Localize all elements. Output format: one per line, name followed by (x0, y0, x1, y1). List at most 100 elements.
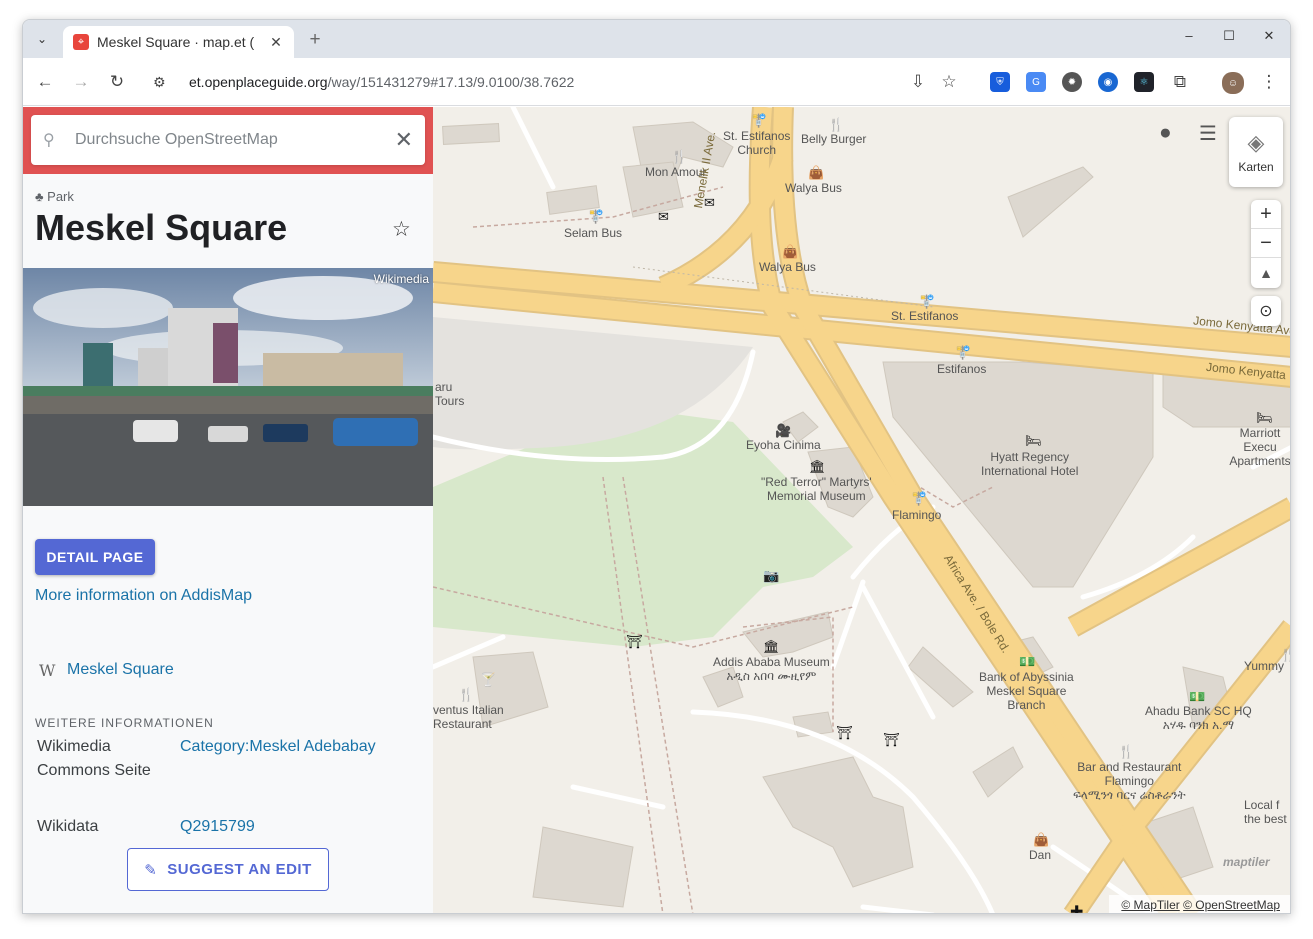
hotel-icon[interactable]: 🛏 (1256, 410, 1273, 426)
bank-icon[interactable]: 💵 (1189, 689, 1205, 705)
mail-icon[interactable]: ✉ (658, 209, 669, 225)
bus-stop-icon[interactable]: 🚏 (911, 491, 927, 507)
maptiler-attribution-link[interactable]: © MapTiler (1121, 898, 1179, 912)
minimize-button[interactable]: – (1176, 28, 1202, 43)
react-devtools-icon[interactable]: ⚛ (1134, 72, 1154, 92)
favicon-icon: ⌖ (73, 34, 89, 50)
url-text[interactable]: et.openplaceguide.org/way/151431279#17.1… (189, 74, 574, 90)
translate-extension-icon[interactable]: G (1026, 72, 1046, 92)
account-icon[interactable]: ● (1159, 121, 1172, 145)
restaurant-icon[interactable]: 🍴 (828, 117, 844, 133)
shop-bag-icon[interactable]: 👜 (808, 165, 824, 181)
suggest-edit-button[interactable]: ✎ SUGGEST AN EDIT (127, 848, 329, 891)
tab-active[interactable]: ⌖ Meskel Square · map.et ( ✕ (63, 26, 294, 58)
sidebar-panel: ⚲ Durchsuche OpenStreetMap ✕ ♣ Park Mesk… (23, 107, 433, 913)
browser-menu-icon[interactable]: ⋮ (1257, 71, 1281, 93)
tab-search-icon[interactable]: ⌄ (31, 28, 53, 50)
cinema-icon[interactable]: 🎥 (775, 423, 791, 439)
label-yummy[interactable]: Yummy (1244, 659, 1284, 673)
layers-switcher[interactable]: ◈ Karten (1229, 117, 1283, 187)
install-app-icon[interactable]: ⇩ (906, 71, 930, 93)
shop-bag-icon[interactable]: 👜 (782, 244, 798, 260)
gate-icon[interactable]: ⛩ (883, 732, 900, 748)
photo-credit[interactable]: Wikimedia (374, 272, 429, 286)
restaurant-icon[interactable]: 🍴 (671, 149, 687, 165)
reload-icon[interactable]: ↻ (105, 71, 129, 93)
restaurant-icon[interactable]: 🍴 (1118, 744, 1134, 760)
label-dan[interactable]: Dan (1029, 848, 1051, 862)
geolocate-icon[interactable]: ⊙ (1251, 296, 1281, 326)
bus-stop-icon[interactable]: 🚏 (588, 209, 604, 225)
profile-avatar[interactable]: ☺ (1222, 72, 1244, 94)
gate-icon[interactable]: ⛩ (836, 725, 853, 741)
wikipedia-link[interactable]: Meskel Square (67, 661, 174, 679)
restaurant-icon[interactable]: 🍴 (458, 687, 474, 703)
label-marriott[interactable]: Marriott Execu Apartments (1228, 426, 1290, 468)
address-bar[interactable]: ⚙ et.openplaceguide.org/way/151431279#17… (143, 65, 991, 99)
bus-stop-icon[interactable]: 🚏 (751, 113, 767, 129)
property-value-link[interactable]: Category:Meskel Adebabay (180, 735, 376, 759)
gate-icon[interactable]: ⛩ (626, 634, 643, 650)
osm-attribution-link[interactable]: © OpenStreetMap (1183, 898, 1280, 912)
label-red-terror-museum[interactable]: "Red Terror" Martyrs' Memorial Museum (761, 475, 872, 503)
zoom-in-button[interactable]: + (1251, 200, 1281, 229)
property-key: Wikimedia Commons Seite (37, 738, 151, 779)
tab-close-icon[interactable]: ✕ (268, 34, 284, 51)
label-st-estifanos-church[interactable]: St. Estifanos Church (723, 129, 790, 157)
settings-extension-icon[interactable]: ✹ (1062, 72, 1082, 92)
forward-icon[interactable]: → (69, 71, 93, 93)
bitwarden-extension-icon[interactable]: ⛨ (990, 72, 1010, 92)
maximize-button[interactable]: ☐ (1216, 28, 1242, 44)
label-local[interactable]: Local f the best (1244, 798, 1287, 826)
bookmark-star-icon[interactable]: ☆ (937, 71, 961, 93)
bus-stop-icon[interactable]: 🚏 (919, 294, 935, 310)
map-canvas[interactable]: 🚏 🍴 🍴 👜 🚏 ✉ ✉ 👜 🚏 🚏 🛏 🛏 🎥 🏛 🚏 📷 ⛩ 🏛 💵 🍴 … (433, 107, 1290, 913)
url-path: /way/151431279#17.13/9.0100/38.7622 (327, 74, 575, 90)
hotel-icon[interactable]: 🛏 (1025, 433, 1042, 449)
new-tab-button[interactable]: + (305, 29, 325, 51)
label-selam-bus[interactable]: Selam Bus (564, 226, 622, 240)
bar-icon[interactable]: 🍸 (480, 672, 496, 688)
label-belly-burger[interactable]: Belly Burger (801, 132, 866, 146)
label-walya-bus[interactable]: Walya Bus (759, 260, 816, 274)
bank-icon[interactable]: 💵 (1019, 654, 1035, 670)
extensions-puzzle-icon[interactable]: ⧉ (1168, 71, 1192, 93)
label-walya-bus[interactable]: Walya Bus (785, 181, 842, 195)
close-window-button[interactable]: ✕ (1256, 28, 1282, 44)
shop-bag-icon[interactable]: 👜 (1033, 832, 1049, 848)
menu-hamburger-icon[interactable]: ☰ (1199, 121, 1217, 146)
section-heading: WEITERE INFORMATIONEN (35, 716, 214, 730)
bus-stop-icon[interactable]: 🚏 (955, 345, 971, 361)
pharmacy-cross-icon[interactable]: ✚ (1070, 902, 1083, 913)
label-st-estifanos[interactable]: St. Estifanos (891, 309, 958, 323)
ball-extension-icon[interactable]: ◉ (1098, 72, 1118, 92)
label-hyatt-regency[interactable]: Hyatt Regency International Hotel (981, 450, 1078, 478)
detail-page-button[interactable]: DETAIL PAGE (35, 539, 155, 575)
search-box[interactable]: ⚲ Durchsuche OpenStreetMap ✕ (31, 115, 425, 165)
zoom-out-button[interactable]: − (1251, 229, 1281, 258)
label-addis-ababa-museum[interactable]: Addis Ababa Museum አዲስ አበባ ሙዚየም (713, 655, 830, 683)
feature-photo[interactable]: Wikimedia (23, 268, 433, 506)
back-icon[interactable]: ← (33, 71, 57, 93)
property-value-link[interactable]: Q2915799 (180, 815, 255, 839)
label-ahadu-bank[interactable]: Ahadu Bank SC HQ አሃዱ ባንክ አ.ማ (1145, 704, 1252, 732)
label-estifanos[interactable]: Estifanos (937, 362, 986, 376)
maptiler-logo[interactable]: maptiler (1223, 855, 1270, 869)
camera-icon[interactable]: 📷 (763, 568, 779, 584)
search-icon: ⚲ (43, 132, 55, 149)
search-input[interactable]: Durchsuche OpenStreetMap (75, 131, 395, 149)
label-italian-restaurant[interactable]: ventus Italian Restaurant (433, 703, 504, 731)
label-bar-restaurant-flamingo[interactable]: Bar and Restaurant Flamingo ፍላሚንጎ ባርና ሬስ… (1073, 760, 1186, 802)
site-info-icon[interactable]: ⚙ (153, 74, 175, 91)
label-bank-of-abyssinia[interactable]: Bank of Abyssinia Meskel Square Branch (979, 670, 1074, 712)
addismap-link[interactable]: More information on AddisMap (35, 587, 252, 605)
museum-icon[interactable]: 🏛 (809, 459, 826, 475)
label-eyoha-cinima[interactable]: Eyoha Cinima (746, 438, 821, 452)
favorite-star-icon[interactable]: ☆ (392, 217, 411, 242)
feature-type-label: Park (47, 189, 74, 204)
compass-icon[interactable]: ▲ (1251, 258, 1281, 287)
clear-search-icon[interactable]: ✕ (395, 127, 413, 153)
label-aru-tours[interactable]: aru Tours (435, 380, 464, 408)
museum-icon[interactable]: 🏛 (763, 639, 780, 655)
label-flamingo[interactable]: Flamingo (892, 508, 941, 522)
